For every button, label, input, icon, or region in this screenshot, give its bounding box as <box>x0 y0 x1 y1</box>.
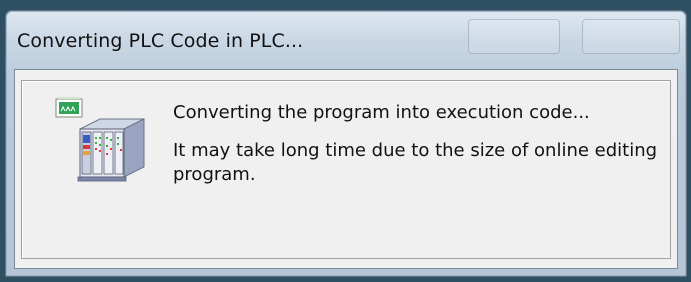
background-window-control <box>468 19 560 54</box>
plc-rack-icon <box>44 96 154 192</box>
dialog-window: Converting PLC Code in PLC... Converting… <box>5 10 687 277</box>
title-bar[interactable]: Converting PLC Code in PLC... <box>6 11 686 69</box>
message-panel: Converting the program into execution co… <box>21 80 671 259</box>
dialog-client-area: Converting the program into execution co… <box>14 69 678 269</box>
status-message: Converting the program into execution co… <box>173 102 590 123</box>
dialog-title: Converting PLC Code in PLC... <box>17 30 304 52</box>
detail-message: It may take long time due to the size of… <box>173 140 658 185</box>
background-window-control <box>582 19 680 54</box>
